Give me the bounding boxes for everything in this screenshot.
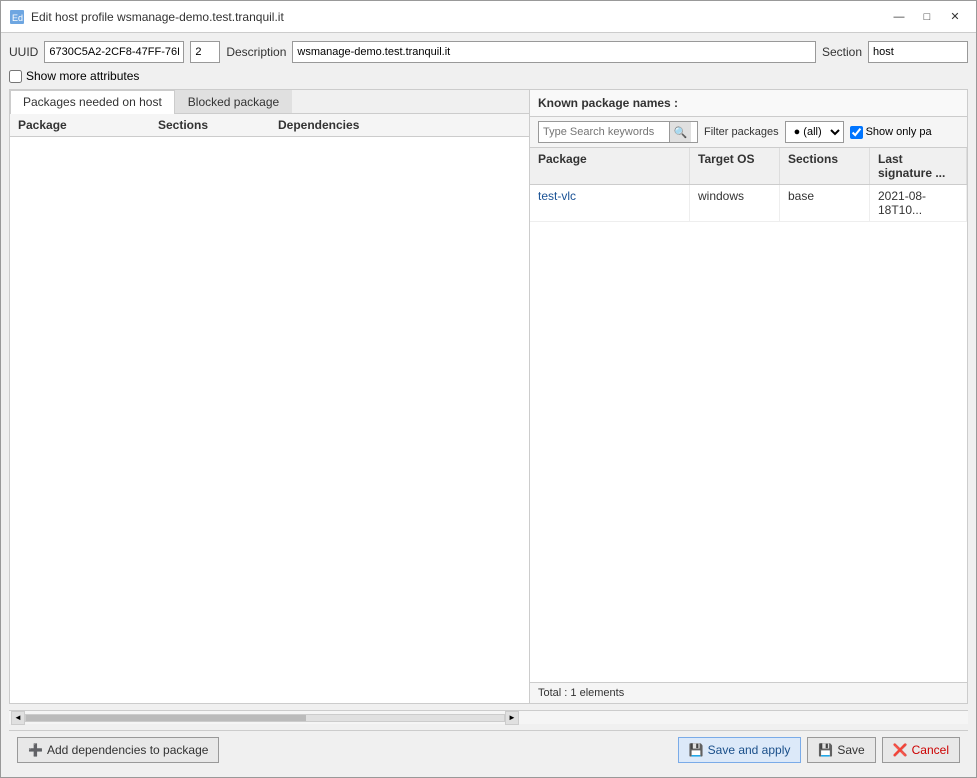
- cancel-label: Cancel: [912, 743, 949, 757]
- checkbox-row: Show more attributes: [9, 69, 968, 83]
- show-only-label[interactable]: Show only pa: [866, 126, 932, 138]
- save-apply-icon: 💾: [689, 743, 704, 757]
- svg-text:Ed: Ed: [12, 13, 23, 23]
- right-col-last-signature: Last signature ...: [870, 148, 967, 184]
- show-more-checkbox[interactable]: [9, 70, 22, 83]
- right-col-target-os: Target OS: [690, 148, 780, 184]
- scroll-right-arrow[interactable]: ►: [505, 711, 519, 725]
- right-col-package: Package: [530, 148, 690, 184]
- add-dependencies-button[interactable]: ➕ Add dependencies to package: [17, 737, 219, 763]
- description-input[interactable]: [292, 41, 816, 63]
- search-box: 🔍: [538, 121, 698, 143]
- add-icon: ➕: [28, 743, 43, 757]
- description-label: Description: [226, 45, 286, 59]
- title-bar: Ed Edit host profile wsmanage-demo.test.…: [1, 1, 976, 33]
- scrollbar-track[interactable]: [25, 714, 505, 722]
- right-header: Known package names :: [530, 90, 967, 117]
- uuid-input[interactable]: [44, 41, 184, 63]
- title-bar-left: Ed Edit host profile wsmanage-demo.test.…: [9, 9, 284, 25]
- cell-sections: base: [780, 185, 870, 221]
- save-label: Save: [837, 743, 864, 757]
- horizontal-scrollbar: ◄ ►: [9, 710, 968, 724]
- left-body: [10, 137, 529, 703]
- version-input[interactable]: [190, 41, 220, 63]
- tab-bar: Packages needed on host Blocked package: [10, 90, 529, 114]
- bottom-toolbar: ➕ Add dependencies to package 💾 Save and…: [9, 730, 968, 769]
- cancel-icon: ❌: [893, 743, 908, 757]
- main-area: Packages needed on host Blocked package …: [9, 89, 968, 704]
- close-button[interactable]: ✕: [942, 7, 968, 27]
- status-bar: Total : 1 elements: [530, 682, 967, 703]
- save-apply-button[interactable]: 💾 Save and apply: [678, 737, 802, 763]
- show-only-checkbox: Show only pa: [850, 126, 932, 139]
- cell-package: test-vlc: [530, 185, 690, 221]
- tab-packages[interactable]: Packages needed on host: [10, 90, 175, 114]
- content-area: UUID Description Section Show more attri…: [1, 33, 976, 777]
- cancel-button[interactable]: ❌ Cancel: [882, 737, 960, 763]
- table-row[interactable]: test-vlc windows base 2021-08-18T10...: [530, 185, 967, 222]
- save-button[interactable]: 💾 Save: [807, 737, 875, 763]
- left-panel: Packages needed on host Blocked package …: [10, 90, 530, 703]
- scroll-left-arrow[interactable]: ◄: [11, 711, 25, 725]
- search-button[interactable]: 🔍: [669, 122, 691, 142]
- section-input[interactable]: [868, 41, 968, 63]
- left-col-package: Package: [10, 114, 150, 136]
- right-column-headers: Package Target OS Sections Last signatur…: [530, 148, 967, 185]
- scrollbar-thumb[interactable]: [26, 715, 306, 721]
- top-row: UUID Description Section: [9, 41, 968, 63]
- show-only-input[interactable]: [850, 126, 863, 139]
- minimize-button[interactable]: —: [886, 7, 912, 27]
- main-window: Ed Edit host profile wsmanage-demo.test.…: [0, 0, 977, 778]
- filter-label: Filter packages: [704, 126, 779, 138]
- tab-blocked[interactable]: Blocked package: [175, 90, 292, 113]
- cell-target-os: windows: [690, 185, 780, 221]
- right-col-sections: Sections: [780, 148, 870, 184]
- app-icon: Ed: [9, 9, 25, 25]
- cell-last-signature: 2021-08-18T10...: [870, 185, 967, 221]
- left-col-sections: Sections: [150, 114, 270, 136]
- section-label: Section: [822, 45, 862, 59]
- right-table: Package Target OS Sections Last signatur…: [530, 148, 967, 682]
- left-col-dependencies: Dependencies: [270, 114, 529, 136]
- window-title: Edit host profile wsmanage-demo.test.tra…: [31, 10, 284, 24]
- show-more-label[interactable]: Show more attributes: [26, 69, 139, 83]
- add-deps-label: Add dependencies to package: [47, 743, 208, 757]
- filter-select[interactable]: ● (all): [785, 121, 844, 143]
- right-toolbar: 🔍 Filter packages ● (all) Show only pa: [530, 117, 967, 148]
- bottom-right: 💾 Save and apply 💾 Save ❌ Cancel: [678, 737, 960, 763]
- bottom-left: ➕ Add dependencies to package: [17, 737, 219, 763]
- maximize-button[interactable]: □: [914, 7, 940, 27]
- search-icon: 🔍: [674, 126, 688, 139]
- left-column-headers: Package Sections Dependencies: [10, 114, 529, 137]
- window-controls: — □ ✕: [886, 7, 968, 27]
- save-icon: 💾: [818, 743, 833, 757]
- right-panel: Known package names : 🔍 Filter packages …: [530, 90, 967, 703]
- save-apply-label: Save and apply: [708, 743, 791, 757]
- search-input[interactable]: [539, 124, 669, 140]
- uuid-label: UUID: [9, 45, 38, 59]
